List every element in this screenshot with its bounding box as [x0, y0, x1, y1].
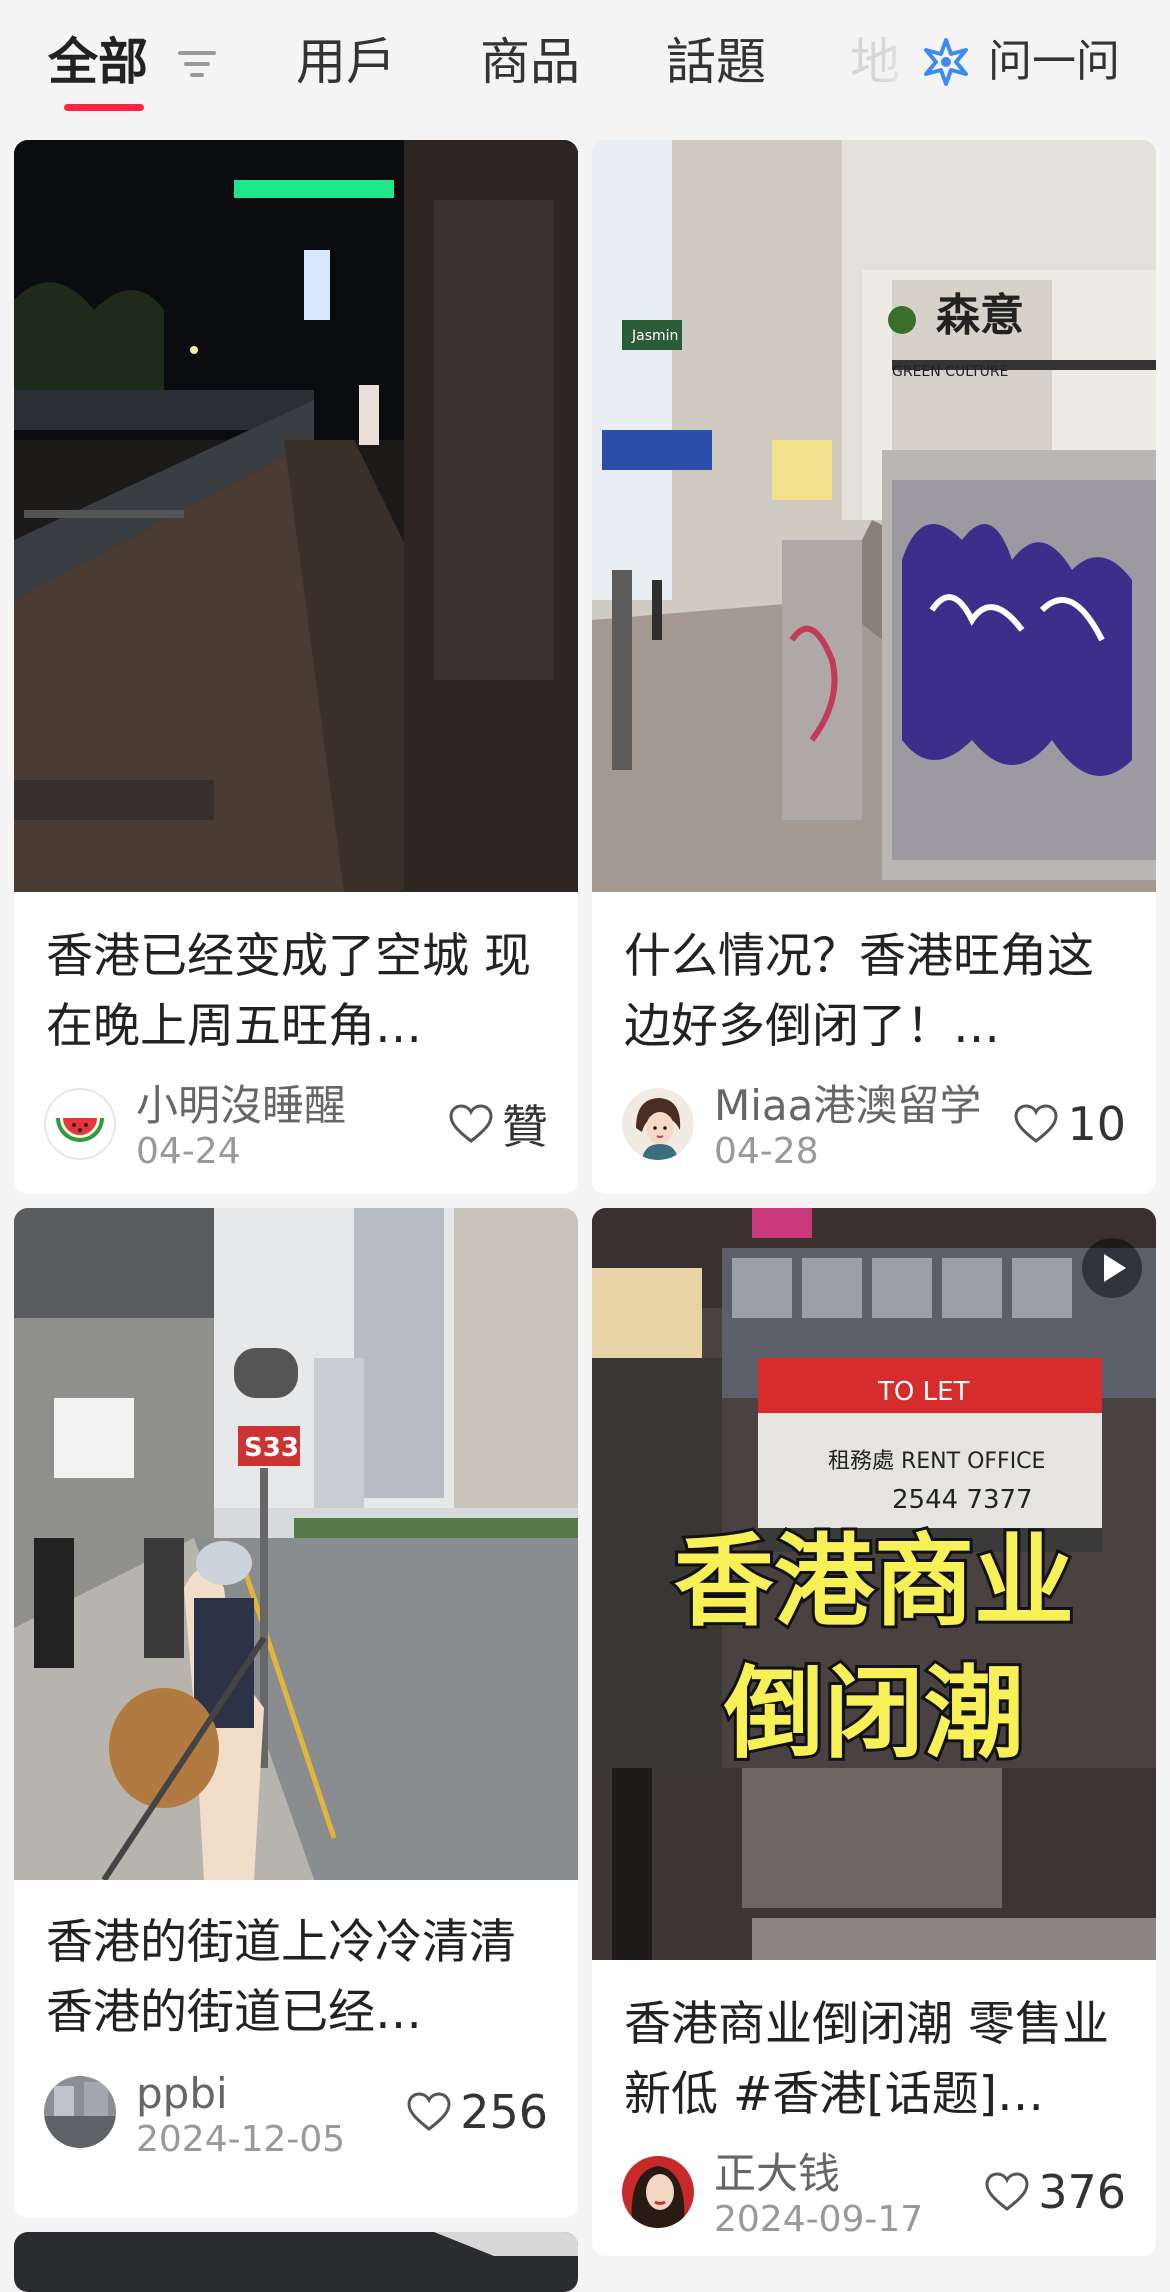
author-avatar[interactable]	[44, 1088, 116, 1160]
like-count: 256	[460, 2085, 548, 2139]
like-button[interactable]: 256	[406, 2084, 548, 2140]
post-title[interactable]: 什么情况？香港旺角这边好多倒闭了！…	[624, 922, 1132, 1062]
post-cover-image[interactable]: S33	[14, 1208, 578, 1880]
tab-topics[interactable]: 話題	[666, 30, 766, 94]
search-result-tab-bar: 全部 用戶 商品 話題 地 问一问	[0, 0, 1170, 136]
like-button[interactable]: 10	[1013, 1096, 1126, 1152]
video-cover-title-line2: 倒闭潮	[723, 1655, 1024, 1772]
filter-icon[interactable]	[176, 48, 218, 80]
to-let-text: TO LET	[877, 1377, 970, 1407]
cartoon-girl-avatar	[622, 1088, 694, 1160]
post-cover-image[interactable]: TO LET 租務處 RENT OFFICE 2544 7377 香港商业 倒闭…	[592, 1208, 1156, 1960]
heart-icon	[1014, 1104, 1058, 1143]
bus-stop-sign-text: S33	[244, 1433, 299, 1463]
post-title[interactable]: 香港的街道上冷冷清清 香港的街道已经…	[46, 1908, 554, 2048]
like-count: 376	[1038, 2165, 1126, 2219]
post-card[interactable]	[14, 2232, 578, 2292]
street-photo-avatar	[44, 2076, 116, 2148]
author-name[interactable]: 小明沒睡醒	[136, 1082, 346, 1130]
author-name[interactable]: 正大钱	[714, 2150, 840, 2198]
author-avatar[interactable]	[44, 2076, 116, 2148]
jasmine-sign-text: Jasmin	[631, 328, 678, 344]
post-date: 04-24	[136, 1131, 241, 1172]
post-cover-image[interactable]	[14, 2232, 578, 2292]
video-play-icon	[1082, 1238, 1142, 1298]
tab-goods[interactable]: 商品	[480, 30, 580, 94]
ask-button[interactable]: 问一问	[988, 30, 1120, 94]
store-sign-text: 森意	[936, 290, 1024, 341]
tab-users[interactable]: 用戶	[296, 30, 396, 94]
post-card[interactable]: 森意 GREEN CULTURE Jasmin 什么情况？香港旺角这边好多倒闭了…	[592, 140, 1156, 1194]
like-count: 贊	[502, 1100, 548, 1154]
post-title[interactable]: 香港已经变成了空城 现在晚上周五旺角…	[46, 922, 554, 1062]
post-card[interactable]: 香港已经变成了空城 现在晚上周五旺角… 小明沒睡醒 04-24 贊	[14, 140, 578, 1194]
post-card[interactable]: TO LET 租務處 RENT OFFICE 2544 7377 香港商业 倒闭…	[592, 1208, 1156, 2256]
like-count: 10	[1067, 1097, 1126, 1151]
author-name[interactable]: Miaa港澳留学	[714, 1082, 981, 1130]
author-avatar[interactable]	[622, 2156, 694, 2228]
active-tab-indicator	[64, 104, 144, 111]
watermelon-icon	[44, 1088, 116, 1160]
author-avatar[interactable]	[622, 1088, 694, 1160]
store-sign-sub-text: GREEN CULTURE	[892, 364, 1008, 380]
like-button[interactable]: 376	[984, 2164, 1126, 2220]
heart-icon	[985, 2172, 1029, 2211]
ai-star-icon[interactable]	[920, 36, 972, 88]
phone-number-text: 2544 7377	[892, 1485, 1033, 1515]
video-cover-title-line1: 香港商业	[674, 1523, 1074, 1640]
like-button[interactable]: 贊	[448, 1096, 548, 1154]
post-date: 2024-09-17	[714, 2199, 924, 2240]
tab-all[interactable]: 全部	[48, 30, 148, 94]
post-date: 2024-12-05	[136, 2119, 346, 2160]
heart-icon	[407, 2092, 451, 2131]
heart-icon	[449, 1104, 493, 1143]
post-cover-image[interactable]	[14, 140, 578, 892]
post-title[interactable]: 香港商业倒闭潮 零售业新低 #香港[话题]…	[624, 1990, 1132, 2130]
post-date: 04-28	[714, 1131, 819, 1172]
rent-office-text: 租務處 RENT OFFICE	[828, 1449, 1045, 1474]
author-name[interactable]: ppbi	[136, 2070, 228, 2118]
post-card[interactable]: S33 香港的街道上冷冷清清 香港的街道已经… ppbi 2024-12-05 …	[14, 1208, 578, 2218]
woman-portrait-avatar	[622, 2156, 694, 2228]
post-cover-image[interactable]: 森意 GREEN CULTURE Jasmin	[592, 140, 1156, 892]
